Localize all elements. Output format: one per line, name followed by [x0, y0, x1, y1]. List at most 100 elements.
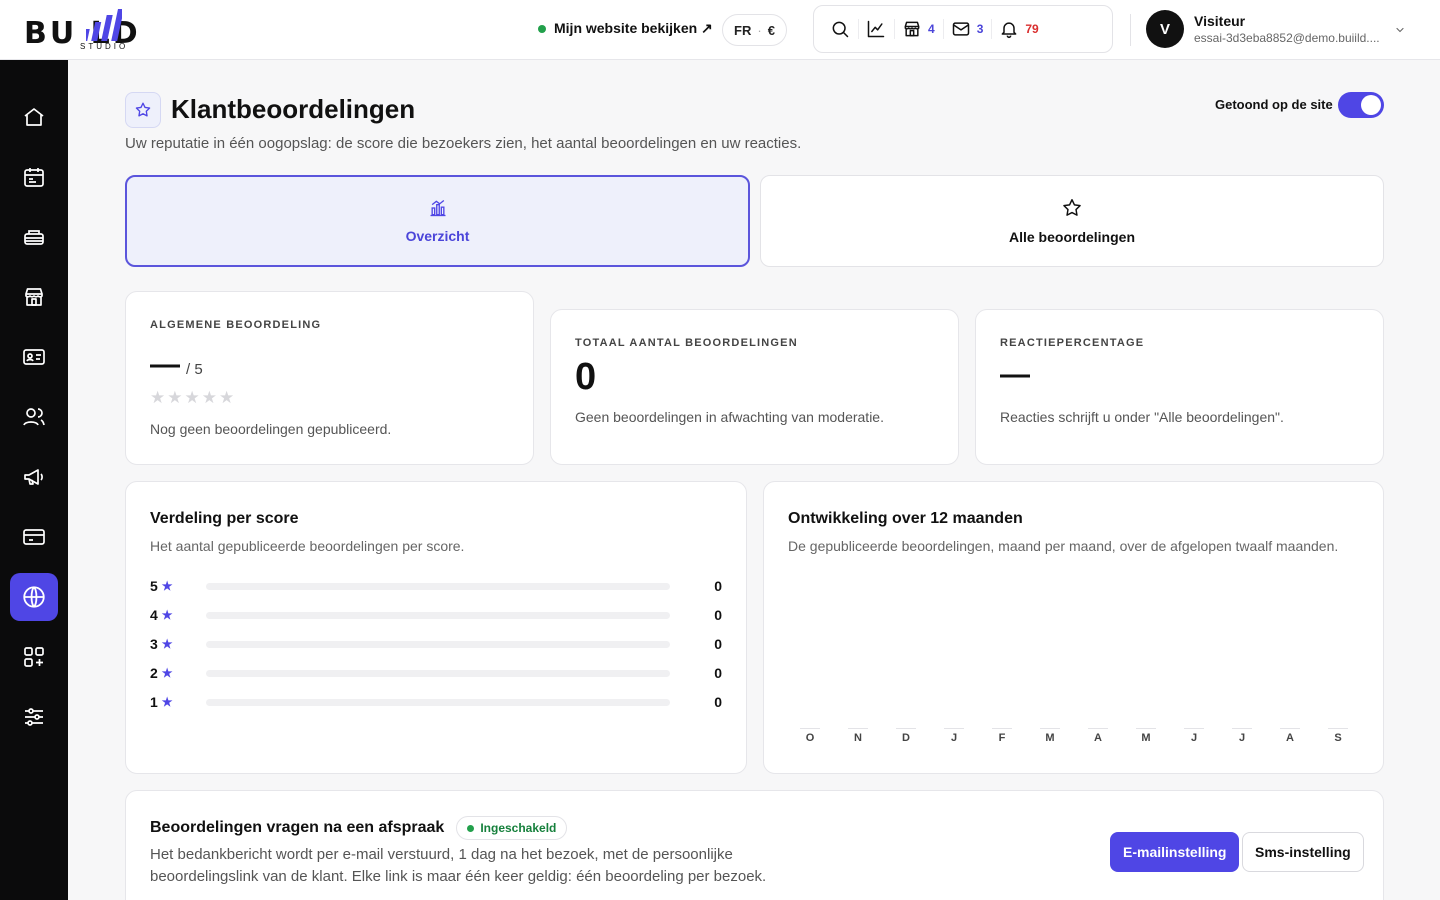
chart-bar: [1232, 728, 1252, 729]
x-tick-label: M: [1141, 732, 1151, 744]
sidebar-item-store[interactable]: [10, 273, 58, 321]
star-icon: ★: [161, 608, 173, 622]
avatar: V: [1146, 10, 1184, 48]
store-button[interactable]: 4: [894, 5, 943, 53]
kpi-value: 0: [575, 356, 597, 398]
chevron-down-icon[interactable]: [1394, 24, 1406, 36]
x-tick-label: A: [1094, 732, 1102, 744]
search-icon: [832, 21, 849, 38]
x-tick-label: M: [1045, 732, 1055, 744]
sidebar-item-settings[interactable]: [10, 693, 58, 741]
star-icon: ★: [161, 579, 173, 593]
chart-bar: [1184, 728, 1204, 729]
chart-bar: [1136, 728, 1156, 729]
user-email: essai-3d3eba8852@demo.buiild....: [1194, 31, 1380, 45]
kpi-value: —: [150, 348, 180, 381]
chart-bar: [800, 728, 820, 729]
score-bar: [206, 582, 670, 590]
page-title-icon: [125, 92, 161, 128]
currency-symbol: €: [767, 22, 775, 38]
view-website-label: Mijn website bekijken ↗: [554, 20, 713, 36]
user-info: Visiteur essai-3d3eba8852@demo.buiild...…: [1194, 13, 1380, 45]
section-title: Verdeling per score: [150, 510, 299, 527]
sidebar-item-payments[interactable]: [10, 513, 58, 561]
status-dot: [467, 824, 475, 832]
sidebar-item-website[interactable]: [10, 573, 58, 621]
sidebar-item-contacts[interactable]: [10, 333, 58, 381]
kpi-note: Geen beoordelingen in afwachting van mod…: [575, 409, 884, 425]
star-icon: [1063, 199, 1081, 216]
review-requests-card: Beoordelingen vragen na een afspraak Ing…: [125, 790, 1384, 900]
rating-stars: ★★★★★: [150, 388, 237, 407]
kpi-note: Nog geen beoordelingen gepubliceerd.: [150, 421, 392, 437]
notifications-button[interactable]: 79: [991, 5, 1046, 53]
users-icon: [23, 408, 45, 426]
distribution-row: 1 ★ 0: [150, 692, 722, 712]
toggle-knob: [1361, 95, 1381, 115]
kpi-label: ALGEMENE BEOORDELING: [150, 319, 322, 331]
analytics-button[interactable]: [858, 5, 894, 53]
show-on-site-toggle[interactable]: [1338, 92, 1384, 118]
score-count: 0: [714, 578, 722, 594]
star-icon: [135, 102, 151, 117]
kpi-label: REACTIEPERCENTAGE: [1000, 337, 1145, 349]
score-bar: [206, 669, 670, 677]
notification-count: 79: [1025, 22, 1039, 36]
section-title: Ontwikkeling over 12 maanden: [788, 510, 1023, 527]
brand-logo[interactable]: BU LD STUDIO: [24, 8, 184, 52]
chart-bar: [1088, 728, 1108, 729]
sidebar-item-clients[interactable]: [10, 393, 58, 441]
chart-bar: [1040, 728, 1060, 729]
tab-overview-label: Overzicht: [405, 228, 470, 244]
tab-overview[interactable]: Overzicht: [125, 175, 750, 267]
mail-icon: [952, 22, 969, 36]
tab-all-reviews[interactable]: Alle beoordelingen: [760, 175, 1384, 267]
sidebar-item-services[interactable]: [10, 213, 58, 261]
language-code: FR: [734, 22, 752, 38]
star-icon: ★: [161, 666, 173, 680]
score-label: 3 ★: [150, 636, 182, 652]
top-bar: BU LD STUDIO Mijn website bekijken ↗ FR …: [0, 0, 1440, 60]
globe-icon: [23, 586, 45, 608]
search-button[interactable]: [822, 5, 858, 53]
page-title: Klantbeoordelingen: [171, 94, 416, 124]
kpi-value-row: — / 5: [150, 348, 203, 382]
bar-chart-icon: [430, 199, 445, 217]
messages-button[interactable]: 3: [942, 5, 992, 53]
status-badge-label: Ingeschakeld: [480, 821, 557, 835]
language-currency-selector[interactable]: FR · €: [722, 14, 787, 46]
sidebar-item-home[interactable]: [10, 93, 58, 141]
view-website-link[interactable]: Mijn website bekijken ↗: [538, 20, 713, 37]
home-icon: [24, 108, 44, 126]
distribution-row: 2 ★ 0: [150, 663, 722, 683]
score-value: 3: [150, 636, 158, 652]
score-count: 0: [714, 665, 722, 681]
evolution-chart-card: Ontwikkeling over 12 maanden De gepublic…: [763, 481, 1384, 774]
score-bar: [206, 698, 670, 706]
user-menu[interactable]: V Visiteur essai-3d3eba8852@demo.buiild.…: [1146, 10, 1380, 48]
settings-sliders-icon: [25, 708, 43, 726]
x-tick-label: A: [1286, 732, 1294, 744]
sms-settings-button[interactable]: Sms-instelling: [1242, 832, 1364, 872]
x-tick-label: S: [1334, 732, 1342, 744]
x-tick-label: N: [854, 732, 862, 744]
kpi-note: Reacties schrijft u onder "Alle beoordel…: [1000, 409, 1284, 425]
x-tick-label: J: [950, 732, 958, 744]
sidebar-item-agenda[interactable]: [10, 153, 58, 201]
distribution-row: 3 ★ 0: [150, 634, 722, 654]
x-tick-label: D: [902, 732, 910, 744]
requests-description: Het bedankbericht wordt per e-mail verst…: [150, 844, 766, 888]
store-count: 4: [928, 22, 935, 36]
x-tick-label: J: [1238, 732, 1246, 744]
mail-count: 3: [976, 22, 984, 36]
sidebar: [0, 60, 68, 900]
logo-bars-icon: [86, 9, 122, 41]
kpi-value: —: [1000, 358, 1030, 391]
sidebar-item-apps[interactable]: [10, 633, 58, 681]
section-subtitle: De gepubliceerde beoordelingen, maand pe…: [788, 538, 1339, 554]
service-icon: [24, 230, 44, 245]
section-subtitle: Het aantal gepubliceerde beoordelingen p…: [150, 538, 465, 554]
email-settings-button[interactable]: E-mailinstelling: [1110, 832, 1240, 872]
sidebar-item-marketing[interactable]: [10, 453, 58, 501]
x-tick-label: F: [998, 732, 1006, 744]
